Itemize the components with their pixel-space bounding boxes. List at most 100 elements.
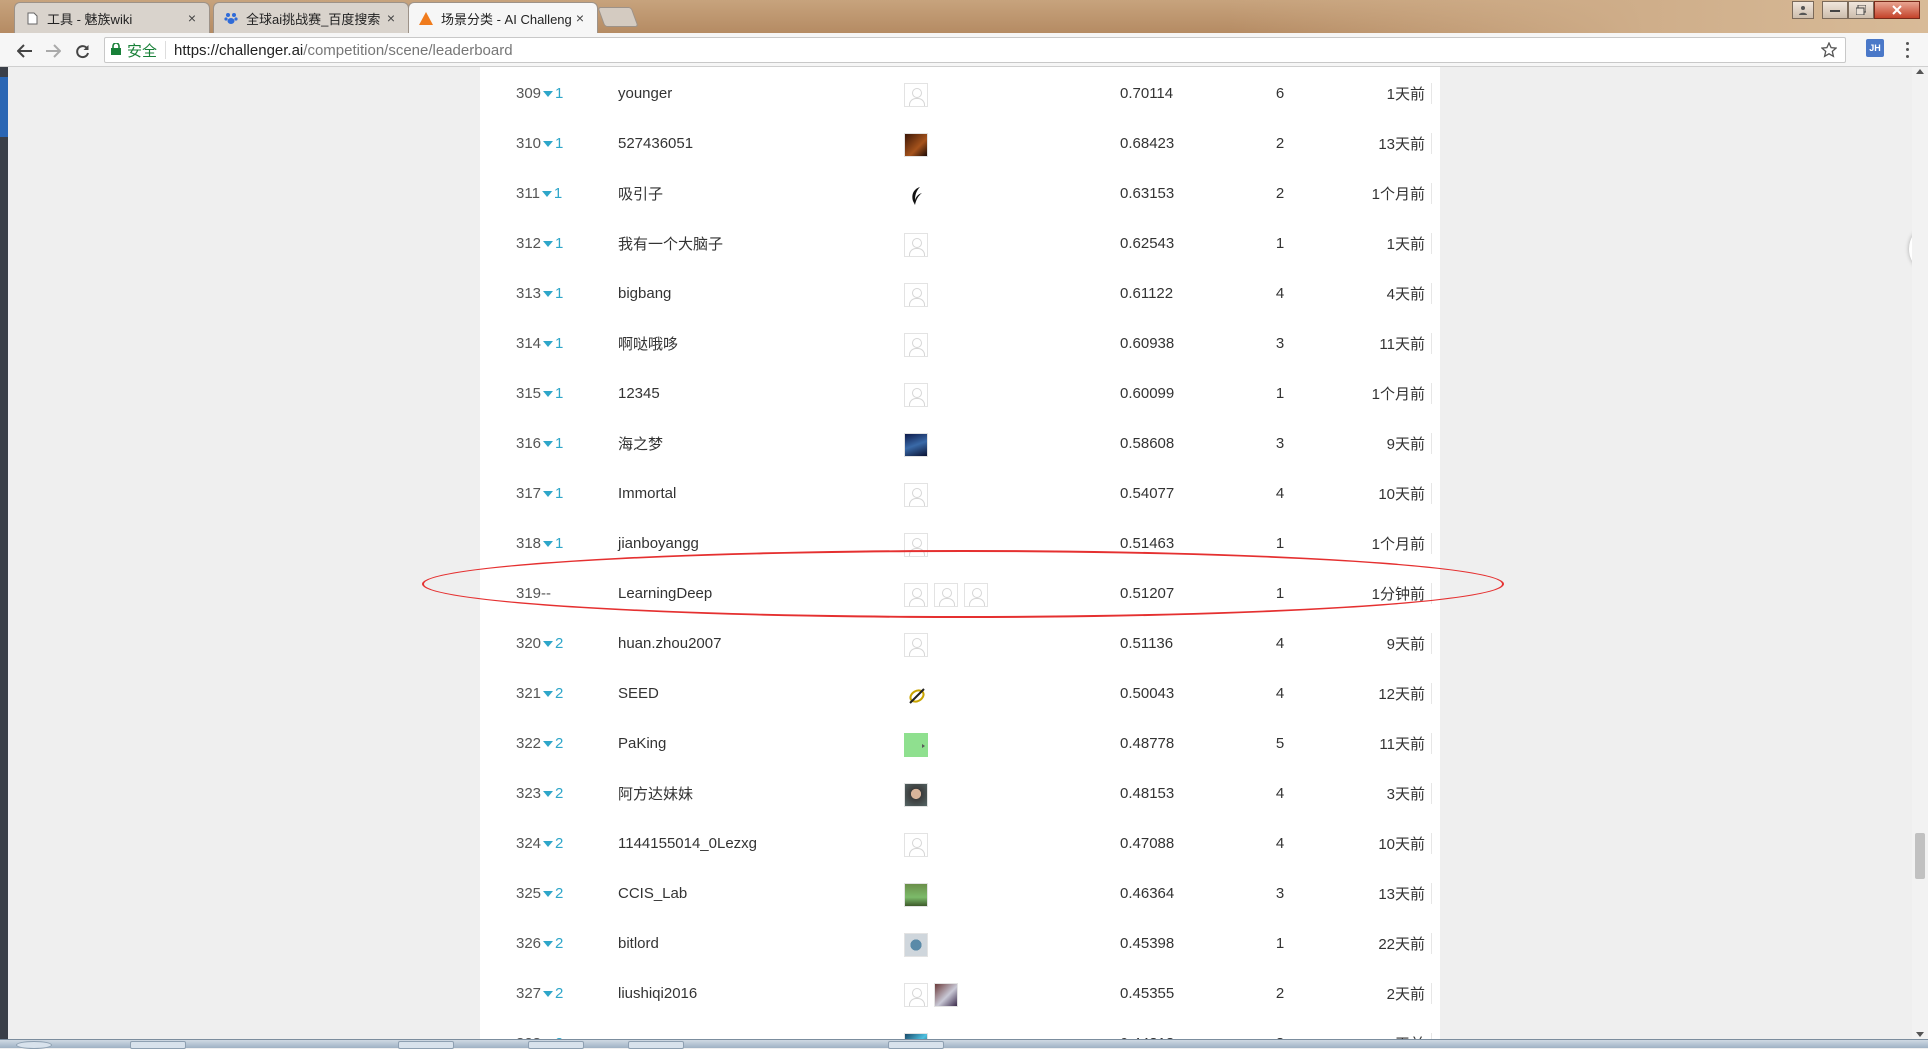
rank-change: 1: [555, 134, 564, 152]
forward-arrow-icon[interactable]: [42, 40, 64, 62]
score: 0.60938: [1120, 334, 1175, 352]
user-icon[interactable]: [1792, 1, 1814, 19]
page-scrollbar[interactable]: [1912, 67, 1928, 1039]
team-name[interactable]: bitlord: [618, 935, 818, 952]
avatar[interactable]: [934, 983, 958, 1007]
avatar[interactable]: [904, 133, 928, 157]
team-name[interactable]: Immortal: [618, 485, 818, 502]
avatar-placeholder-icon[interactable]: [904, 83, 928, 107]
last-submission-time: 1个月前: [1340, 532, 1432, 554]
team-name[interactable]: 啊哒哦哆: [618, 333, 818, 354]
team-name[interactable]: huan.zhou2007: [618, 635, 818, 652]
team-name[interactable]: PaKing: [618, 735, 818, 752]
team-name[interactable]: 1144155014_0Lezxg: [618, 835, 818, 852]
rank-change: 2: [555, 634, 564, 652]
last-submission-time: 11天前: [1340, 332, 1432, 354]
restore-icon[interactable]: [1848, 1, 1874, 19]
new-tab-button[interactable]: [597, 7, 639, 27]
avatar[interactable]: [904, 933, 928, 957]
tab-close-icon[interactable]: ×: [384, 10, 398, 26]
avatar-placeholder-icon[interactable]: [904, 333, 928, 357]
last-submission-time: 9天前: [1340, 432, 1432, 454]
tab-close-icon[interactable]: ×: [185, 10, 199, 26]
page-icon: [25, 11, 39, 25]
team-members: [904, 683, 934, 707]
team-name[interactable]: jianboyangg: [618, 535, 818, 552]
team-name[interactable]: 吸引子: [618, 183, 818, 204]
team-members: [904, 883, 934, 907]
team-members: [904, 583, 994, 607]
avatar-placeholder-icon[interactable]: [904, 233, 928, 257]
rank-down-arrow-icon: [543, 841, 554, 847]
tab-baidu[interactable]: 全球ai挑战赛_百度搜索 ×: [213, 2, 409, 33]
scroll-up-arrow-icon[interactable]: [1916, 69, 1924, 74]
back-arrow-icon[interactable]: [14, 40, 36, 62]
team-name[interactable]: SEED: [618, 685, 818, 702]
avatar-placeholder-icon[interactable]: [904, 583, 928, 607]
tab-close-icon[interactable]: ×: [573, 10, 587, 26]
team-name[interactable]: liushiqi2016: [618, 985, 818, 1002]
team-name[interactable]: 527436051: [618, 135, 818, 152]
secure-indicator[interactable]: 安全: [105, 41, 167, 60]
avatar-placeholder-icon[interactable]: [904, 383, 928, 407]
avatar[interactable]: [904, 183, 928, 207]
team-members: [904, 633, 934, 657]
tab-ai-challenger[interactable]: 场景分类 - AI Challeng ×: [408, 2, 598, 33]
last-submission-time: 3天前: [1340, 782, 1432, 804]
rank-down-arrow-icon: [543, 391, 554, 397]
rank-change: 1: [555, 84, 564, 102]
rank-cell: 315 1: [516, 385, 596, 402]
avatar[interactable]: [904, 733, 928, 757]
team-name[interactable]: LearningDeep: [618, 585, 818, 602]
last-submission-time: 12天前: [1340, 682, 1432, 704]
team-name[interactable]: 阿方达妹妹: [618, 783, 818, 804]
team-name[interactable]: 我有一个大脑子: [618, 233, 818, 254]
browser-menu-icon[interactable]: [1902, 40, 1912, 60]
team-name[interactable]: bigbang: [618, 285, 818, 302]
avatar-placeholder-icon[interactable]: [934, 583, 958, 607]
table-row: 313 1 bigbang 0.61122 4 4天前: [480, 268, 1440, 318]
submission-count: 2: [1275, 984, 1285, 1002]
table-row: 3282ucaser0.44318312天前: [480, 1018, 1440, 1039]
reload-icon[interactable]: [71, 40, 93, 62]
url-host: https://challenger.ai: [174, 41, 304, 59]
team-name[interactable]: 海之梦: [618, 433, 818, 454]
tab-wiki[interactable]: 工具 - 魅族wiki ×: [14, 2, 210, 33]
close-window-icon[interactable]: [1874, 1, 1920, 19]
last-submission-time: 10天前: [1340, 482, 1432, 504]
avatar[interactable]: [904, 783, 928, 807]
avatar-placeholder-icon[interactable]: [904, 283, 928, 307]
team-name[interactable]: CCIS_Lab: [618, 885, 818, 902]
team-name[interactable]: 12345: [618, 385, 818, 402]
rank-down-arrow-icon: [543, 941, 554, 947]
avatar[interactable]: [904, 883, 928, 907]
rank-number: 326: [516, 934, 542, 952]
extension-jh-icon[interactable]: JH: [1866, 39, 1884, 57]
rank-change: 1: [555, 434, 564, 452]
rank-number: 311: [516, 184, 540, 202]
rank-number: 315: [516, 384, 542, 402]
last-submission-time: 13天前: [1340, 882, 1432, 904]
scrollbar-thumb[interactable]: [1915, 833, 1925, 879]
avatar[interactable]: [904, 433, 928, 457]
score: 0.45355: [1120, 984, 1175, 1002]
url-path: /competition/scene/leaderboard: [303, 41, 513, 59]
minimize-icon[interactable]: [1822, 1, 1848, 19]
avatar-placeholder-icon[interactable]: [904, 833, 928, 857]
secure-label: 安全: [127, 42, 158, 60]
score: 0.54077: [1120, 484, 1175, 502]
avatar-placeholder-icon[interactable]: [904, 483, 928, 507]
avatar-placeholder-icon[interactable]: [904, 533, 928, 557]
bookmark-star-icon[interactable]: [1820, 41, 1838, 62]
scroll-down-arrow-icon[interactable]: [1916, 1032, 1924, 1037]
avatar-placeholder-icon[interactable]: [964, 583, 988, 607]
rank-number: 319: [516, 584, 542, 602]
rank-number: 312: [516, 234, 542, 252]
avatar-placeholder-icon[interactable]: [904, 983, 928, 1007]
team-name[interactable]: younger: [618, 85, 818, 102]
avatar-placeholder-icon[interactable]: [904, 633, 928, 657]
address-bar[interactable]: 安全 https://challenger.ai/competition/sce…: [104, 37, 1846, 63]
rank-change: 1: [555, 334, 564, 352]
avatar[interactable]: [904, 683, 928, 707]
team-members: [904, 783, 934, 807]
